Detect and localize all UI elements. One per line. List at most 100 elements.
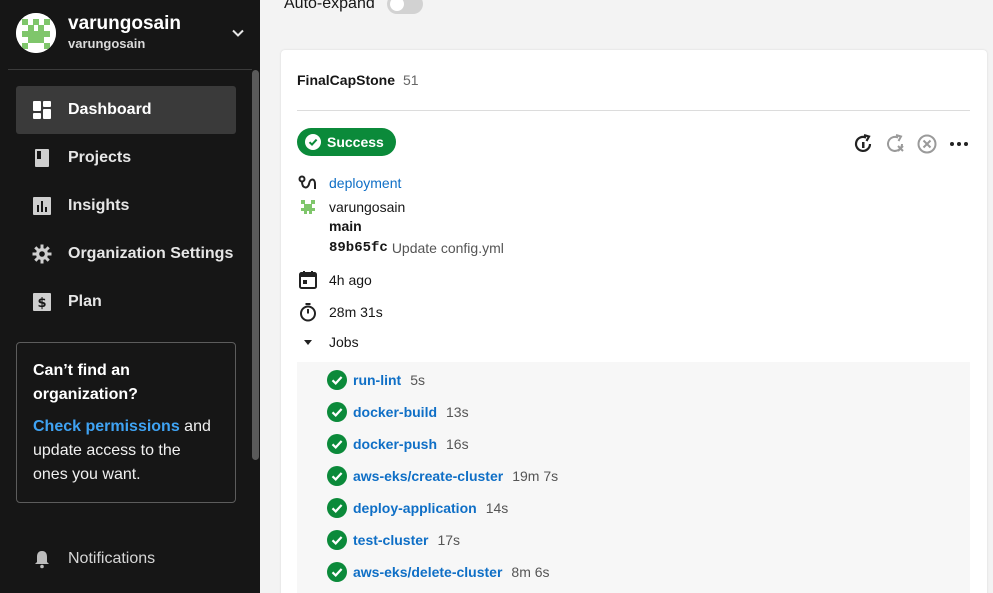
svg-text:$: $ xyxy=(37,296,46,311)
branch-name: main xyxy=(329,218,362,234)
job-row: aws-eks/delete-cluster 8m 6s xyxy=(327,562,550,582)
book-icon xyxy=(32,148,52,168)
caret-down-icon xyxy=(297,331,319,353)
workflow-link[interactable]: deployment xyxy=(329,175,401,191)
bell-icon xyxy=(32,549,52,569)
sidebar-item-notifications[interactable]: Notifications xyxy=(16,536,236,582)
sidebar: varungosain varungosain Dashboard Projec… xyxy=(0,0,260,593)
author-row: varungosain xyxy=(297,196,405,218)
check-circle-icon xyxy=(327,402,347,422)
main-content: Auto-expand FinalCapStone 51 Success dep… xyxy=(260,0,993,593)
auto-expand-toggle[interactable] xyxy=(386,0,423,14)
time-row: 4h ago xyxy=(297,269,372,291)
sidebar-item-label: Insights xyxy=(68,197,130,214)
workflow-row: deployment xyxy=(297,172,401,194)
stopwatch-icon xyxy=(297,301,319,323)
cancel-button[interactable] xyxy=(915,132,939,156)
job-row: docker-push 16s xyxy=(327,434,469,454)
job-name[interactable]: aws-eks/delete-cluster xyxy=(353,564,502,580)
duration-row: 28m 31s xyxy=(297,301,383,323)
check-circle-icon xyxy=(327,466,347,486)
check-circle-icon xyxy=(327,370,347,390)
dashboard-icon xyxy=(32,100,52,120)
branch-row: main xyxy=(329,218,362,234)
org-help-box: Can’t find an organization? Check permis… xyxy=(16,342,236,503)
pipeline-number: 51 xyxy=(403,72,419,88)
sidebar-divider xyxy=(8,69,252,70)
sidebar-item-plan[interactable]: $ Plan xyxy=(16,278,236,326)
job-row: deploy-application 14s xyxy=(327,498,508,518)
check-circle-icon xyxy=(327,498,347,518)
sidebar-item-label: Plan xyxy=(68,293,102,310)
avatar xyxy=(16,13,56,53)
pipeline-actions xyxy=(843,132,971,156)
sidebar-item-insights[interactable]: Insights xyxy=(16,182,236,230)
job-duration: 17s xyxy=(437,532,461,548)
check-circle-icon xyxy=(327,434,347,454)
sidebar-item-label: Organization Settings xyxy=(68,245,234,262)
sidebar-item-projects[interactable]: Projects xyxy=(16,134,236,182)
rerun-failed-button[interactable] xyxy=(883,132,907,156)
rerun-failed-icon xyxy=(887,134,904,152)
cancel-icon xyxy=(917,134,937,154)
job-duration: 14s xyxy=(485,500,509,516)
job-duration: 5s xyxy=(410,372,426,388)
more-options-button[interactable] xyxy=(947,132,971,156)
job-row: test-cluster 17s xyxy=(327,530,460,550)
more-horizontal-icon xyxy=(950,142,968,146)
org-help-text: Check permissions and update access to t… xyxy=(33,415,219,487)
account-org: varungosain xyxy=(68,36,146,51)
commit-hash[interactable]: 89b65fc xyxy=(329,240,388,256)
auto-expand-label: Auto-expand xyxy=(284,0,375,12)
pipeline-header: FinalCapStone 51 xyxy=(297,72,419,88)
job-name[interactable]: docker-build xyxy=(353,404,437,420)
toggle-knob xyxy=(389,0,404,11)
job-name[interactable]: test-cluster xyxy=(353,532,428,548)
status-badge: Success xyxy=(297,128,396,156)
workflow-icon xyxy=(297,172,319,194)
job-name[interactable]: docker-push xyxy=(353,436,437,452)
author-avatar xyxy=(297,196,319,218)
bar-chart-icon xyxy=(32,196,52,216)
project-name[interactable]: FinalCapStone xyxy=(297,72,395,88)
sidebar-item-dashboard[interactable]: Dashboard xyxy=(16,86,236,134)
job-row: docker-build 13s xyxy=(327,402,469,422)
sidebar-scrollbar[interactable] xyxy=(252,70,259,460)
sidebar-item-label: Notifications xyxy=(68,550,156,567)
card-divider xyxy=(297,110,970,111)
duration-value: 28m 31s xyxy=(329,304,383,320)
job-name[interactable]: aws-eks/create-cluster xyxy=(353,468,503,484)
job-duration: 19m 7s xyxy=(512,468,559,484)
calendar-icon xyxy=(297,269,319,291)
pipeline-card: FinalCapStone 51 Success deployment varu… xyxy=(281,50,987,593)
org-help-title: Can’t find an organization? xyxy=(33,362,138,403)
jobs-label: Jobs xyxy=(329,334,359,350)
check-circle-icon xyxy=(327,562,347,582)
rerun-button[interactable] xyxy=(851,132,875,156)
jobs-list: run-lint 5s docker-build 13s docker-push 16s a… xyxy=(297,362,970,593)
gear-icon xyxy=(32,244,52,264)
time-ago: 4h ago xyxy=(329,272,372,288)
commit-row: 89b65fc Update config.yml xyxy=(329,240,504,256)
jobs-toggle[interactable]: Jobs xyxy=(297,331,359,353)
dollar-icon: $ xyxy=(32,292,52,312)
job-duration: 13s xyxy=(446,404,469,420)
rerun-icon xyxy=(854,133,872,153)
job-name[interactable]: run-lint xyxy=(353,372,401,388)
sidebar-item-label: Dashboard xyxy=(68,101,152,118)
sidebar-item-organization-settings[interactable]: Organization Settings xyxy=(16,230,236,278)
sidebar-item-label: Projects xyxy=(68,149,132,166)
job-row: aws-eks/create-cluster 19m 7s xyxy=(327,466,558,486)
check-circle-icon xyxy=(327,530,347,550)
job-duration: 8m 6s xyxy=(511,564,550,580)
account-switcher[interactable]: varungosain varungosain xyxy=(16,8,252,58)
job-name[interactable]: deploy-application xyxy=(353,500,477,516)
check-circle-icon xyxy=(305,134,321,150)
chevron-down-icon[interactable] xyxy=(228,23,248,43)
check-permissions-link[interactable]: Check permissions xyxy=(33,418,180,435)
auto-expand-control: Auto-expand xyxy=(284,0,423,20)
account-name: varungosain xyxy=(68,13,181,34)
status-label: Success xyxy=(327,134,384,150)
job-duration: 16s xyxy=(446,436,469,452)
author-name: varungosain xyxy=(329,199,406,215)
